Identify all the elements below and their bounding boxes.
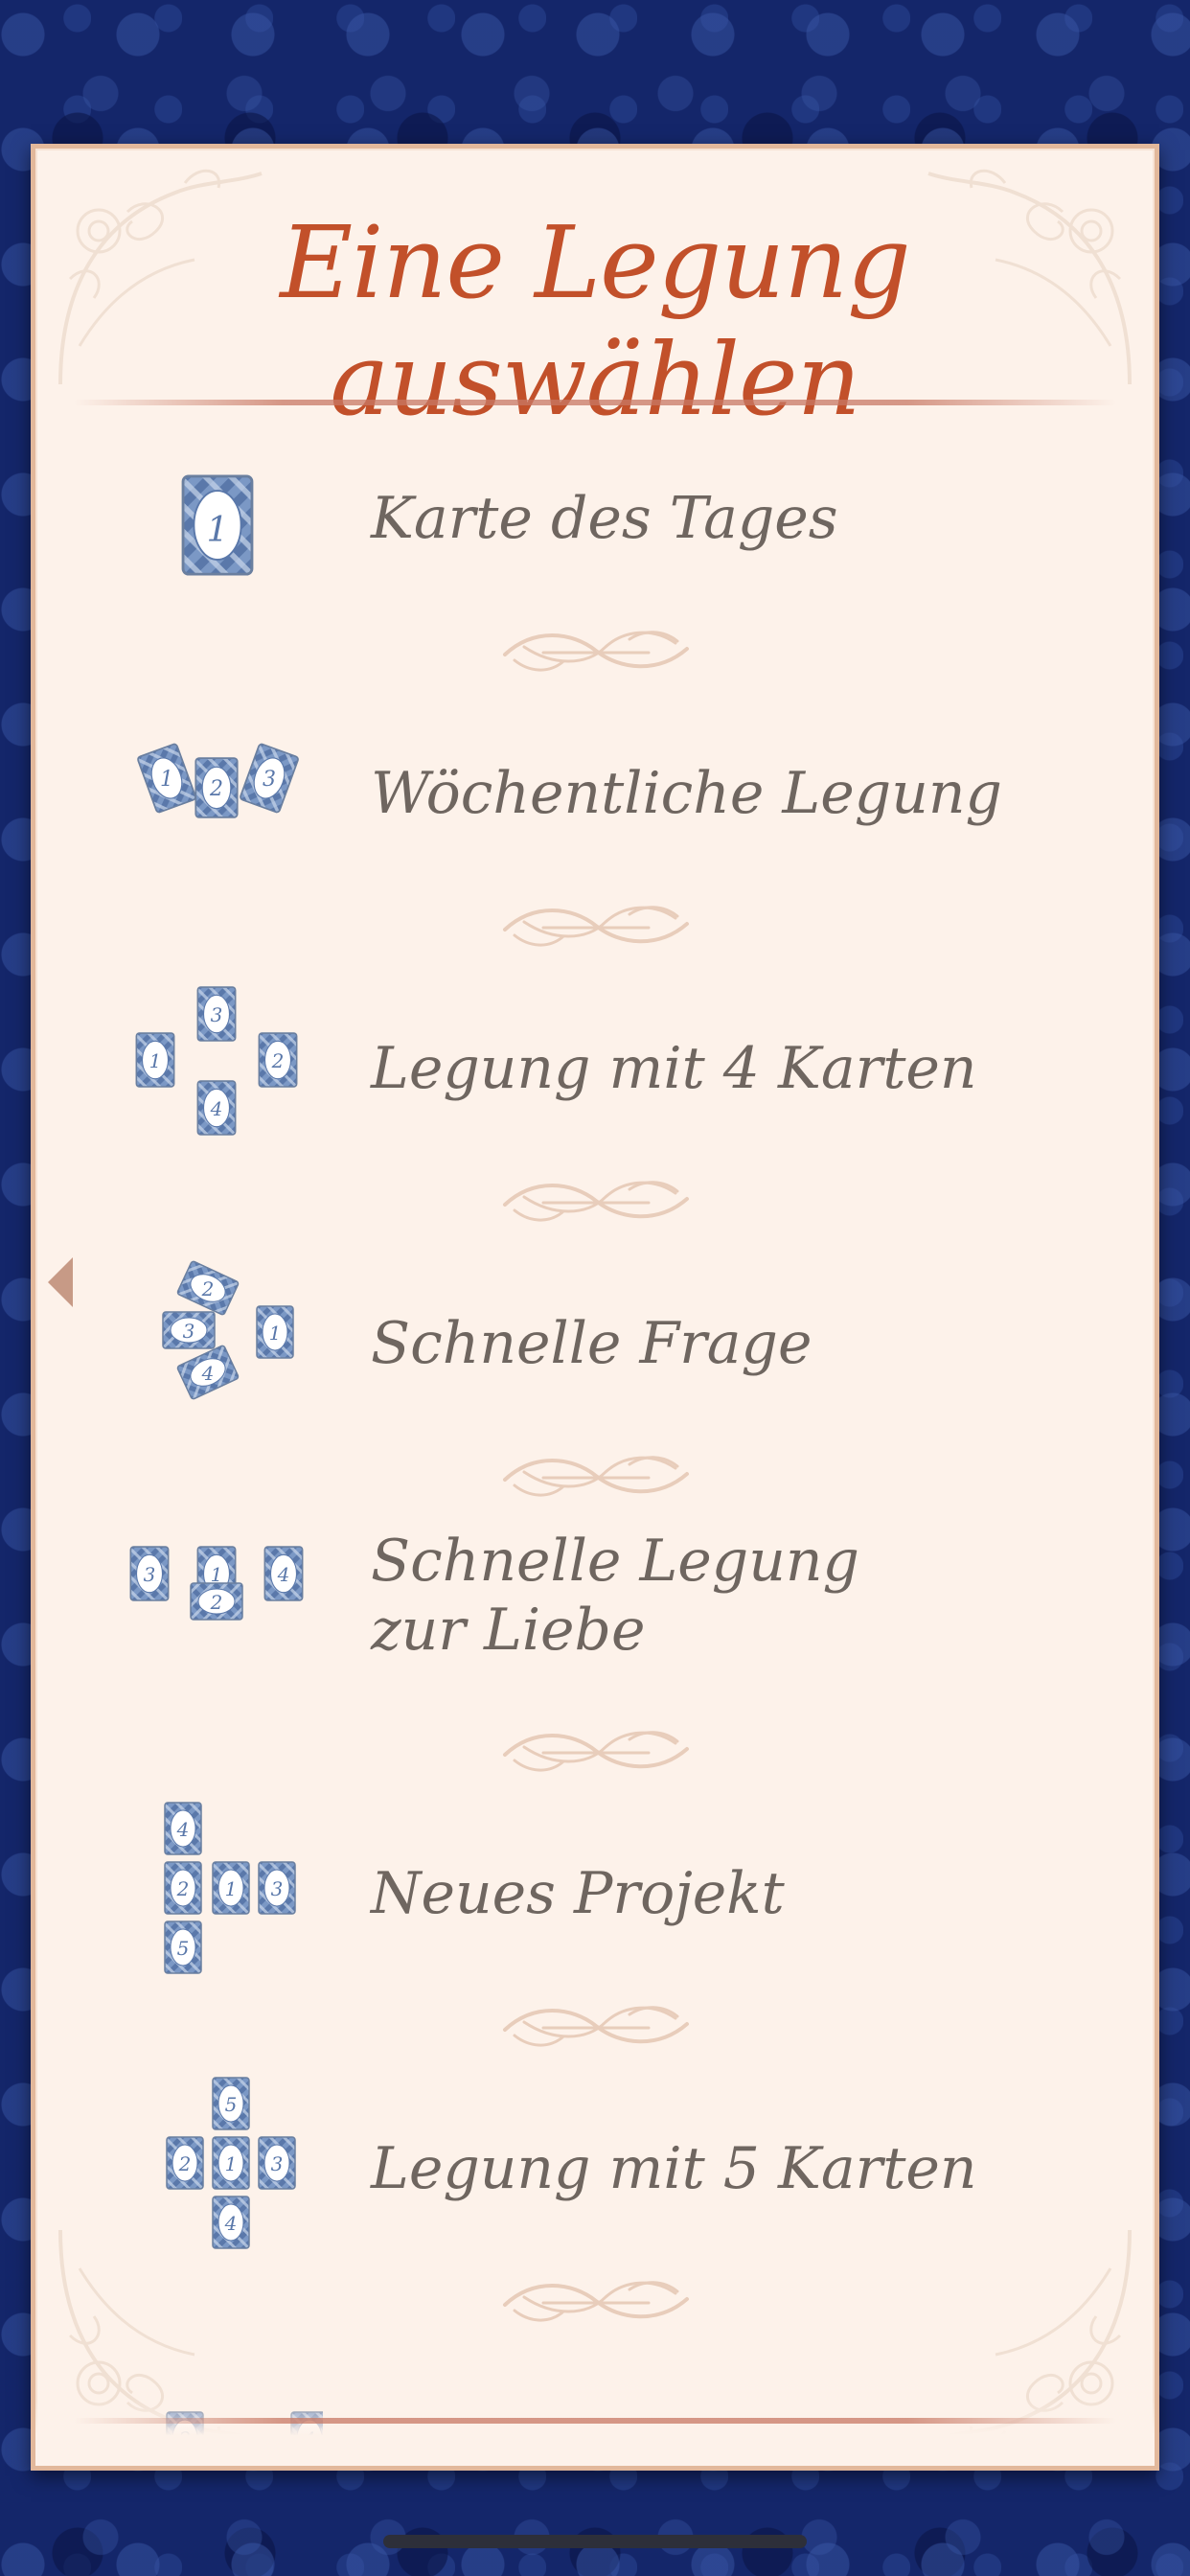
svg-text:3: 3 xyxy=(183,1320,195,1343)
svg-text:4: 4 xyxy=(277,1563,290,1586)
spread-item-label: Legung mit 5 Karten xyxy=(371,2135,977,2202)
svg-text:5: 5 xyxy=(177,1937,190,1960)
spread-item-label: Schnelle Frage xyxy=(371,1310,812,1377)
svg-text:3: 3 xyxy=(263,768,276,792)
spread-selection-panel: Eine Legung auswählen 1 Karte des Tages … xyxy=(31,144,1159,2471)
spread-5-cards-icon: 5 2 1 3 4 xyxy=(166,2077,296,2249)
spread-item-schnelle-legung-zur-liebe[interactable]: 3 1 4 2 Schnelle Legung zur Liebe xyxy=(35,1527,1155,1802)
spread-item-label: Neues Projekt xyxy=(371,1860,785,1927)
svg-text:1: 1 xyxy=(149,1049,162,1072)
spread-item-neues-projekt[interactable]: 4 2 1 3 5 Neues Projekt xyxy=(35,1802,1155,2077)
bottom-divider xyxy=(74,2418,1116,2424)
svg-text:2: 2 xyxy=(210,1591,223,1614)
spread-item-label-line2: zur Liebe xyxy=(371,1597,646,1664)
svg-text:1: 1 xyxy=(225,1877,238,1900)
spread-love-cards-icon: 3 1 4 2 xyxy=(129,1546,304,1621)
svg-text:2: 2 xyxy=(176,1877,190,1900)
spread-4-cards-icon: 3 1 2 4 xyxy=(135,986,298,1136)
svg-text:4: 4 xyxy=(210,1097,223,1120)
flourish-divider-icon xyxy=(495,893,697,960)
list-bottom-fade xyxy=(35,2399,1155,2466)
svg-text:1: 1 xyxy=(225,2152,238,2175)
spread-item-label-line1: Schnelle Legung xyxy=(371,1528,859,1595)
svg-text:2: 2 xyxy=(209,777,223,801)
spread-item-legung-mit-5-karten[interactable]: 5 2 1 3 4 Legung mit 5 Karten xyxy=(35,2077,1155,2352)
svg-text:4: 4 xyxy=(176,1818,190,1841)
spread-item-schnelle-frage[interactable]: 2 3 1 4 Schnelle Frage xyxy=(35,1252,1155,1527)
svg-text:3: 3 xyxy=(144,1563,156,1586)
spread-item-legung-mit-4-karten[interactable]: 3 1 2 4 Legung mit 4 Karten xyxy=(35,977,1155,1252)
flourish-divider-icon xyxy=(495,1718,697,1785)
svg-text:1: 1 xyxy=(160,768,173,792)
home-indicator[interactable] xyxy=(383,2535,807,2548)
svg-text:3: 3 xyxy=(271,2152,284,2175)
flourish-divider-icon xyxy=(495,1993,697,2060)
svg-text:2: 2 xyxy=(178,2152,192,2175)
spread-item-woechentliche-legung[interactable]: 1 2 3 Wöchentliche Legung xyxy=(35,702,1155,977)
svg-text:1: 1 xyxy=(207,511,229,550)
spread-project-cards-icon: 4 2 1 3 5 xyxy=(164,1802,296,1974)
svg-text:5: 5 xyxy=(225,2093,238,2116)
svg-text:4: 4 xyxy=(224,2212,238,2235)
title-divider xyxy=(74,400,1116,405)
svg-text:1: 1 xyxy=(269,1322,282,1345)
svg-text:2: 2 xyxy=(271,1049,285,1072)
spread-item-label: Wöchentliche Legung xyxy=(371,760,1002,827)
flourish-divider-icon xyxy=(495,618,697,685)
flourish-divider-icon xyxy=(495,1168,697,1235)
svg-text:3: 3 xyxy=(211,1003,223,1026)
spread-item-label: Schnelle Legung zur Liebe xyxy=(371,1527,1041,1665)
left-triangle-icon[interactable] xyxy=(46,1255,75,1309)
svg-text:2: 2 xyxy=(201,1277,215,1300)
svg-text:4: 4 xyxy=(201,1362,215,1385)
flourish-divider-icon xyxy=(495,1443,697,1510)
svg-text:3: 3 xyxy=(271,1877,284,1900)
spread-question-cards-icon: 2 3 1 4 xyxy=(162,1259,294,1401)
spread-item-karte-des-tages[interactable]: 1 Karte des Tages xyxy=(35,426,1155,702)
spread-1-card-icon: 1 xyxy=(181,474,254,576)
spread-item-label: Legung mit 4 Karten xyxy=(371,1035,977,1102)
spread-item-label: Karte des Tages xyxy=(371,485,838,552)
spread-3-cards-icon: 1 2 3 xyxy=(136,742,300,818)
flourish-divider-icon xyxy=(495,2268,697,2335)
